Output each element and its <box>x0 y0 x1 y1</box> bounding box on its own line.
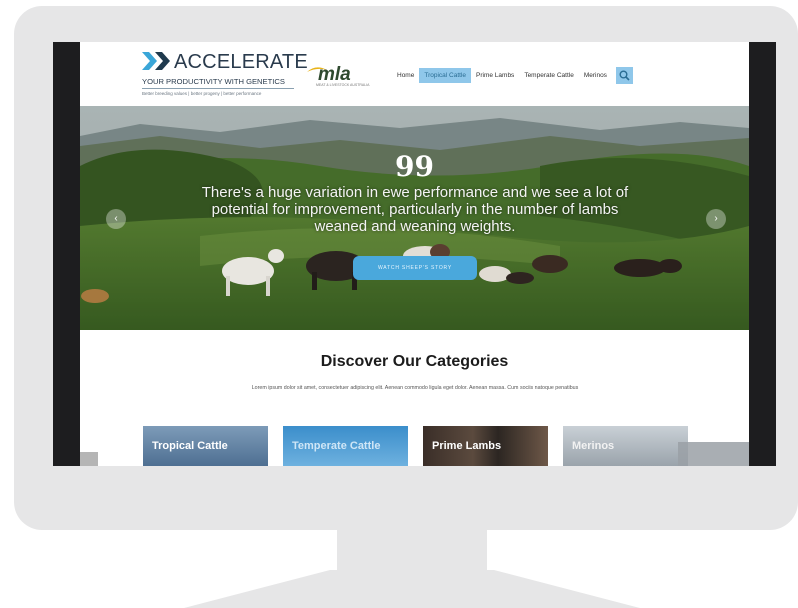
accelerate-logo[interactable]: ACCELERATE YOUR PRODUCTIVITY WITH GENETI… <box>142 50 308 100</box>
category-tile-tropical-cattle[interactable]: Tropical Cattle <box>143 426 268 466</box>
logo-divider <box>142 88 294 89</box>
logo-subtitle: YOUR PRODUCTIVITY WITH GENETICS <box>142 77 285 86</box>
main-nav: Home Tropical Cattle Prime Lambs Tempera… <box>392 66 633 84</box>
chevron-left-icon[interactable]: ‹ <box>106 209 126 229</box>
monitor-neck <box>337 529 487 573</box>
chevron-right-icon[interactable]: › <box>706 209 726 229</box>
quote-icon: 99 <box>395 150 434 183</box>
nav-prime-lambs[interactable]: Prime Lambs <box>471 68 519 83</box>
tile-label: Merinos <box>572 440 615 452</box>
categories-heading: Discover Our Categories <box>320 353 509 370</box>
tile-label: Temperate Cattle <box>292 440 381 452</box>
nav-temperate-cattle[interactable]: Temperate Cattle <box>519 68 579 83</box>
web-page: ACCELERATE YOUR PRODUCTIVITY WITH GENETI… <box>80 42 749 466</box>
search-icon <box>619 70 630 81</box>
hero-quote: There's a huge variation in ewe performa… <box>201 184 629 235</box>
tile-label: Prime Lambs <box>432 440 502 452</box>
search-button[interactable] <box>615 66 633 84</box>
mla-logo[interactable]: mla MEAT & LIVESTOCK AUSTRALIA <box>304 64 370 88</box>
nav-home[interactable]: Home <box>392 68 419 83</box>
category-tile-temperate-cattle[interactable]: Temperate Cattle <box>283 426 408 466</box>
logo-title: ACCELERATE <box>174 51 308 73</box>
watch-story-button[interactable]: WATCH SHEEP'S STORY <box>353 256 477 280</box>
mla-subtitle: MEAT & LIVESTOCK AUSTRALIA <box>316 83 370 87</box>
categories-description: Lorem ipsum dolor sit amet, consectetuer… <box>251 385 579 391</box>
nav-merinos[interactable]: Merinos <box>579 68 612 83</box>
category-tile-merinos[interactable]: Merinos <box>563 426 688 466</box>
chevron-double-right-icon <box>142 52 170 70</box>
monitor-screen: ACCELERATE YOUR PRODUCTIVITY WITH GENETI… <box>53 42 776 466</box>
hero-slider: 99 There's a huge variation in ewe perfo… <box>80 106 749 330</box>
monitor-stand <box>184 570 640 608</box>
category-tile-prime-lambs[interactable]: Prime Lambs <box>423 426 548 466</box>
logo-tagline: Better breeding values | better progeny … <box>142 91 262 96</box>
site-header: ACCELERATE YOUR PRODUCTIVITY WITH GENETI… <box>80 42 749 106</box>
side-tab[interactable] <box>80 452 98 466</box>
nav-tropical-cattle[interactable]: Tropical Cattle <box>419 67 472 83</box>
floating-widget-tab[interactable] <box>678 442 749 466</box>
tile-label: Tropical Cattle <box>152 440 228 452</box>
